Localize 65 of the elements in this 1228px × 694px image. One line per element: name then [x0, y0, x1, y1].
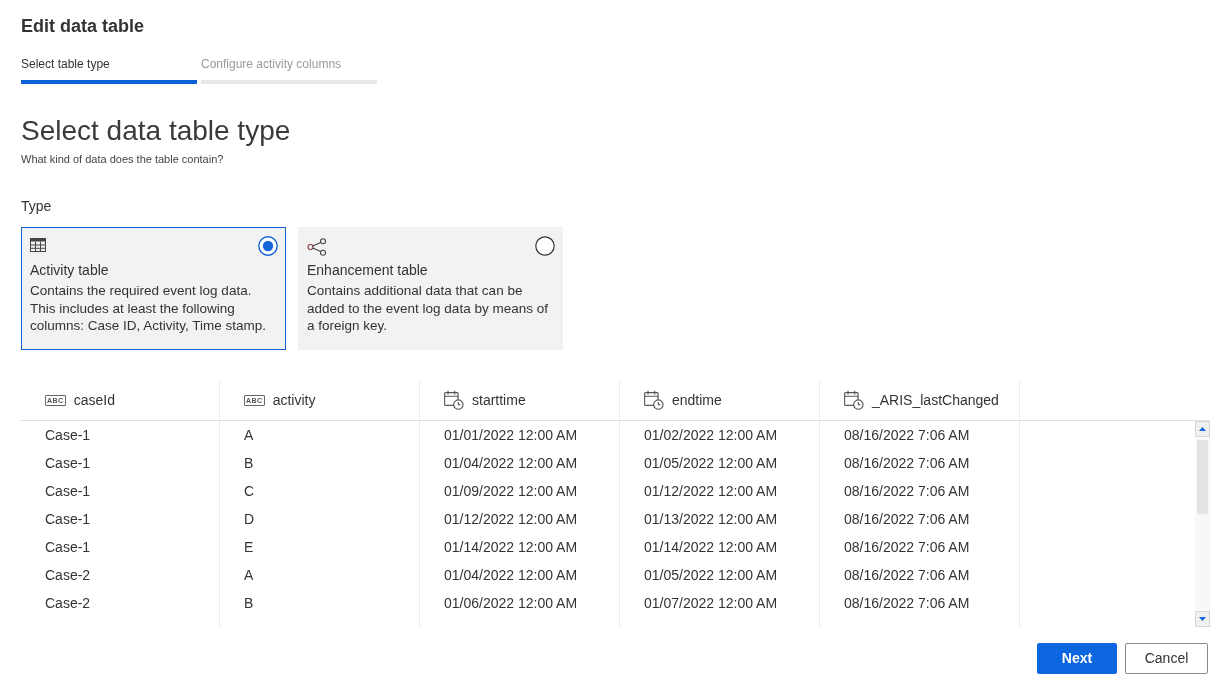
table-cell-text: 01/14/2022 12:00 AM — [644, 537, 778, 557]
share-icon — [307, 238, 327, 256]
table-cell-text: 01/12/2022 12:00 AM — [644, 481, 778, 501]
table-cell-text: D — [244, 509, 255, 529]
radio-button[interactable] — [535, 236, 555, 256]
table-cell-text: 01/05/2022 12:00 AM — [644, 453, 778, 473]
table-cell-text: E — [244, 537, 254, 557]
column-header: caseId — [73, 390, 115, 410]
scrollbar[interactable] — [1195, 421, 1210, 627]
cancel-button[interactable]: Cancel — [1125, 643, 1208, 674]
table-cell-text: 08/16/2022 7:06 AM — [844, 425, 970, 445]
table-cell-text: A — [244, 565, 254, 585]
table-cell-text: 01/01/2022 12:00 AM — [444, 425, 578, 445]
table-cell-text: 01/12/2022 12:00 AM — [444, 509, 578, 529]
table-cell-text: Case-1 — [45, 509, 91, 529]
dialog-title: Edit data table — [21, 15, 145, 38]
table-cell-text: 08/16/2022 7:06 AM — [844, 537, 970, 557]
table-cell-text: Case-2 — [45, 565, 91, 585]
table-cell-text: 08/16/2022 7:06 AM — [844, 593, 970, 613]
page-subtitle: What kind of data does the table contain? — [21, 152, 224, 166]
table-cell-text: C — [244, 481, 255, 501]
table-cell-text: Case-1 — [45, 537, 91, 557]
radio-button[interactable] — [258, 236, 278, 256]
table-cell-text: B — [244, 453, 254, 473]
calendar-clock-icon — [844, 390, 864, 410]
table-cell-text: 01/04/2022 12:00 AM — [444, 565, 578, 585]
option-description: Contains additional data that can be added to the event log data by means of a foreign key. — [307, 282, 549, 335]
table-cell-text: 01/05/2022 12:00 AM — [644, 565, 778, 585]
table-cell-text: Case-1 — [45, 453, 91, 473]
option-card[interactable]: Activity table Contains the required event log data. This includes at least the following columns: Case ID, Activity, Time stamp. — [21, 227, 286, 350]
page-heading: Select data table type — [21, 114, 291, 148]
column-header: activity — [272, 390, 316, 410]
column-header: starttime — [472, 390, 526, 410]
table-cell-text: 01/09/2022 12:00 AM — [444, 481, 578, 501]
option-card[interactable]: Enhancement table Contains additional data that can be added to the event log data by means of a foreign key. — [298, 227, 563, 350]
table-cell-text: Case-1 — [45, 425, 91, 445]
calendar-clock-icon — [644, 390, 664, 410]
next-button[interactable]: Next — [1037, 643, 1117, 674]
down-arrow-icon — [1199, 617, 1206, 621]
table-cell-text: Case-1 — [45, 481, 91, 501]
step-tab[interactable]: Select table type — [21, 56, 197, 84]
column-header: endtime — [672, 390, 722, 410]
table-icon — [30, 238, 46, 252]
column-header: _ARIS_lastChanged — [872, 390, 999, 410]
calendar-clock-icon — [444, 390, 464, 410]
table-cell-text: Case-2 — [45, 593, 91, 613]
table-cell-text: 01/07/2022 12:00 AM — [644, 593, 778, 613]
field-label: Type — [21, 197, 52, 215]
table-cell-text: 08/16/2022 7:06 AM — [844, 509, 970, 529]
table-cell-text: 08/16/2022 7:06 AM — [844, 453, 970, 473]
option-title: Activity table — [30, 261, 109, 279]
table-cell-text: 01/13/2022 12:00 AM — [644, 509, 778, 529]
table-cell-text: 01/02/2022 12:00 AM — [644, 425, 778, 445]
table-cell-text: A — [244, 425, 254, 445]
table-cell-text: 01/06/2022 12:00 AM — [444, 593, 578, 613]
table-cell-text: 01/04/2022 12:00 AM — [444, 453, 578, 473]
scroll-up-button[interactable] — [1195, 421, 1210, 437]
up-arrow-icon — [1199, 427, 1206, 431]
table-cell-text: 08/16/2022 7:06 AM — [844, 565, 970, 585]
option-description: Contains the required event log data. This includes at least the following columns: Case ID, Activity, Time stamp. — [30, 282, 268, 335]
table-cell-text: B — [244, 593, 254, 613]
table-cell-text: 01/14/2022 12:00 AM — [444, 537, 578, 557]
scroll-down-button[interactable] — [1195, 611, 1210, 627]
table-cell-text: 08/16/2022 7:06 AM — [844, 481, 970, 501]
option-title: Enhancement table — [307, 261, 428, 279]
